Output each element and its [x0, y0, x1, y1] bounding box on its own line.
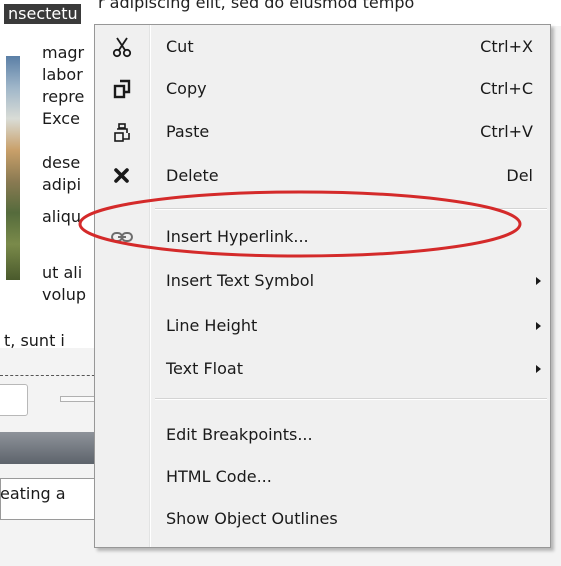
menu-item-label: Insert Text Symbol	[166, 271, 315, 290]
link-chain-icon	[110, 225, 134, 249]
panel-header-bar	[0, 432, 100, 464]
menu-item-line-height[interactable]: Line Height	[98, 306, 547, 346]
menu-item-text-float[interactable]: Text Float	[98, 349, 547, 389]
property-input[interactable]	[0, 384, 28, 416]
submenu-arrow-icon	[536, 365, 541, 373]
text-line: labor	[42, 65, 83, 84]
menu-item-copy[interactable]: Copy Ctrl+C	[98, 69, 547, 109]
menu-item-label: Copy	[166, 79, 207, 98]
menu-item-label: Delete	[166, 166, 219, 185]
text-line: volup	[42, 285, 86, 304]
menu-item-shortcut: Del	[506, 166, 533, 185]
text-line: t, sunt i	[4, 331, 65, 350]
menu-item-paste[interactable]: Paste Ctrl+V	[98, 112, 547, 152]
menu-item-html-code[interactable]: HTML Code...	[98, 457, 547, 497]
submenu-arrow-icon	[536, 322, 541, 330]
menu-separator	[155, 208, 547, 210]
frame-boundary	[0, 375, 100, 376]
menu-item-label: Paste	[166, 122, 210, 141]
text-line: repre	[42, 87, 85, 106]
text-line: aliqu	[42, 207, 81, 226]
paste-icon	[110, 120, 134, 144]
menu-item-label: Edit Breakpoints...	[166, 425, 313, 444]
document-top-line: nsectetu r adipiscing elit, sed do eiusm…	[0, 0, 561, 26]
menu-item-delete[interactable]: Delete Del	[98, 156, 547, 196]
menu-item-edit-breakpoints[interactable]: Edit Breakpoints...	[98, 415, 547, 455]
delete-x-icon	[110, 164, 134, 188]
text-line: adipi	[42, 175, 82, 194]
menu-item-label: Line Height	[166, 316, 258, 335]
menu-item-label: Insert Hyperlink...	[166, 227, 309, 246]
menu-item-insert-hyperlink[interactable]: Insert Hyperlink...	[98, 217, 547, 257]
menu-separator	[155, 398, 547, 400]
context-menu: Cut Ctrl+X Copy Ctrl+C Paste Ctrl+V Dele…	[94, 24, 551, 548]
selected-text[interactable]: nsectetu	[4, 4, 81, 24]
menu-item-shortcut: Ctrl+C	[479, 79, 533, 98]
menu-item-show-object-outlines[interactable]: Show Object Outlines	[98, 499, 547, 539]
document-text-run: r adipiscing elit, sed do eiusmod tempo	[98, 0, 415, 12]
text-line: ut ali	[42, 263, 83, 282]
text-line: magr	[42, 43, 85, 62]
menu-item-label: Text Float	[166, 359, 243, 378]
menu-item-label: HTML Code...	[166, 467, 272, 486]
menu-item-shortcut: Ctrl+X	[480, 37, 533, 56]
scissors-icon	[110, 35, 134, 59]
menu-item-cut[interactable]: Cut Ctrl+X	[98, 27, 547, 67]
copy-icon	[110, 77, 134, 101]
landscape-image[interactable]	[6, 56, 20, 280]
menu-item-shortcut: Ctrl+V	[480, 122, 533, 141]
status-text: eating a	[0, 484, 66, 503]
menu-item-label: Cut	[166, 37, 194, 56]
submenu-arrow-icon	[536, 277, 541, 285]
menu-item-insert-text-symbol[interactable]: Insert Text Symbol	[98, 261, 547, 301]
text-line: dese	[42, 153, 81, 172]
text-line: Exce	[42, 109, 80, 128]
menu-item-label: Show Object Outlines	[166, 509, 338, 528]
